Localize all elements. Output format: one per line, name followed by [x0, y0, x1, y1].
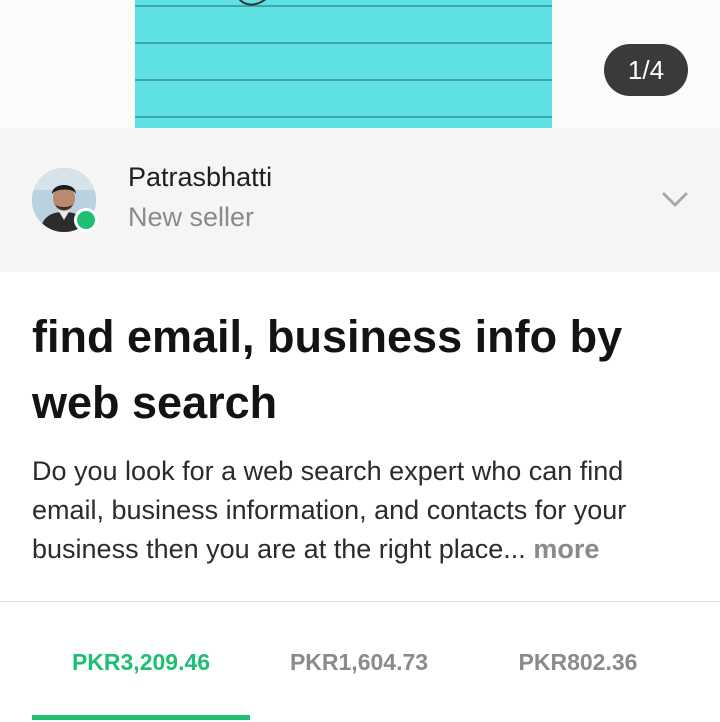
gig-description: Do you look for a web search expert who …: [32, 452, 692, 569]
active-tab-indicator: [32, 715, 250, 720]
tab-standard-package[interactable]: PKR1,604.73: [250, 602, 468, 720]
seller-level: New seller: [128, 202, 255, 232]
online-status-dot: [74, 208, 98, 232]
ruled-line: [135, 5, 552, 7]
chevron-down-icon[interactable]: [660, 184, 690, 214]
seller-row[interactable]: Patrasbhatti New seller: [0, 128, 720, 272]
handwriting-stroke: [238, 0, 266, 6]
ruled-line: [135, 116, 552, 118]
ruled-line: [135, 79, 552, 81]
package-tabs: PKR3,209.46 PKR1,604.73 PKR802.36: [0, 602, 720, 720]
more-link[interactable]: more: [533, 534, 599, 564]
ruled-line: [135, 42, 552, 44]
tab-basic-package[interactable]: PKR3,209.46: [32, 602, 250, 720]
tab-premium-package[interactable]: PKR802.36: [468, 602, 688, 720]
gallery-image[interactable]: [135, 0, 552, 128]
seller-name[interactable]: Patrasbhatti: [128, 162, 272, 193]
image-counter: 1/4: [604, 44, 688, 96]
image-gallery[interactable]: 1/4: [0, 0, 720, 128]
gig-title: find email, business info by web search: [32, 311, 623, 428]
